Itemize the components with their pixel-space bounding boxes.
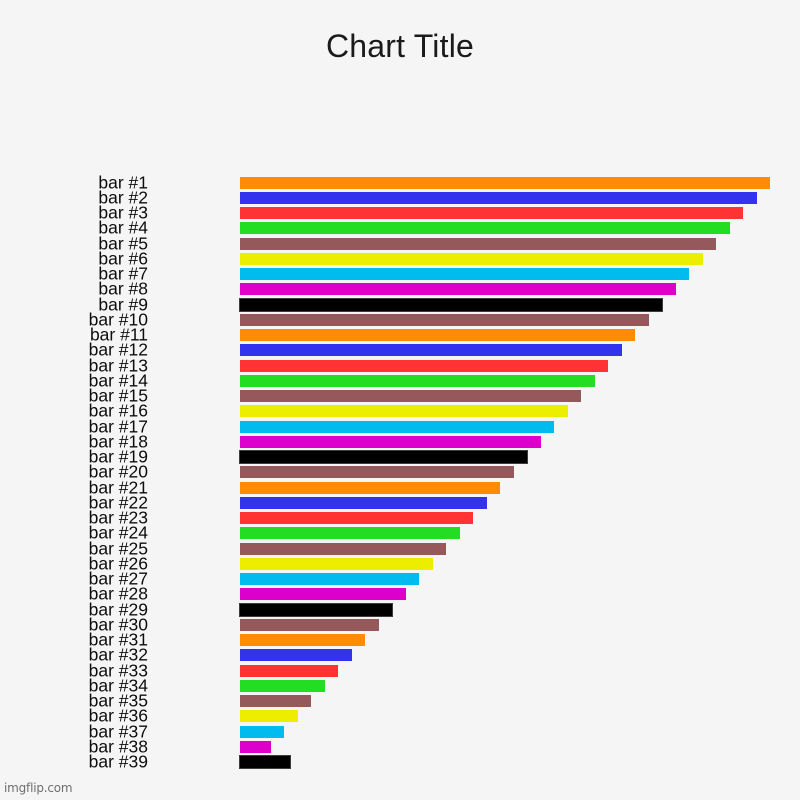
bar-rect [240, 405, 568, 418]
bar-rect [239, 602, 393, 617]
bar-rect [240, 466, 514, 479]
bar-rect [240, 573, 419, 586]
bar-row: bar #39 [0, 751, 800, 772]
bar-rect [239, 297, 663, 312]
bar-rect [240, 649, 352, 662]
bar-rect [240, 679, 325, 692]
bar-rect [240, 390, 581, 403]
bar-rect [239, 450, 528, 465]
bar-rect [240, 542, 446, 555]
bar-rect [240, 313, 649, 326]
bar-rect [240, 329, 635, 342]
bar-rect [239, 755, 291, 770]
plot-area: bar #1 bar #2 bar #3 bar #4 bar #5 bar #6 bar … [0, 0, 800, 800]
bar-rect [240, 420, 554, 433]
bar-rect [240, 664, 338, 677]
bar-rect [240, 512, 473, 525]
bar-rect [240, 344, 622, 357]
chart-root: Chart Title bar #1 bar #2 bar #3 bar #4 bar … [0, 0, 800, 800]
bar-rect [240, 222, 730, 235]
bar-rect [240, 252, 703, 265]
bar-rect [240, 283, 676, 296]
bar-rect [240, 695, 311, 708]
bar-rect [240, 207, 743, 220]
bar-rect [240, 588, 406, 601]
bar-rect [240, 618, 379, 631]
bar-rect [240, 176, 770, 189]
bar-rect [240, 237, 716, 250]
bar-rect [240, 557, 433, 570]
bar-category-label: bar #39 [88, 751, 148, 772]
bar-rect [240, 527, 460, 540]
bar-rect [240, 634, 365, 647]
bar-rect [240, 268, 689, 281]
bar-rect [240, 496, 487, 509]
bar-rect [240, 374, 595, 387]
bar-rect [240, 481, 500, 494]
bar-rect [240, 191, 757, 204]
bar-rect [240, 740, 271, 753]
imgflip-watermark: imgflip.com [4, 781, 73, 795]
bar-rect [240, 710, 298, 723]
bar-rect [240, 359, 608, 372]
bar-rect [240, 725, 284, 738]
bar-rect [240, 435, 541, 448]
